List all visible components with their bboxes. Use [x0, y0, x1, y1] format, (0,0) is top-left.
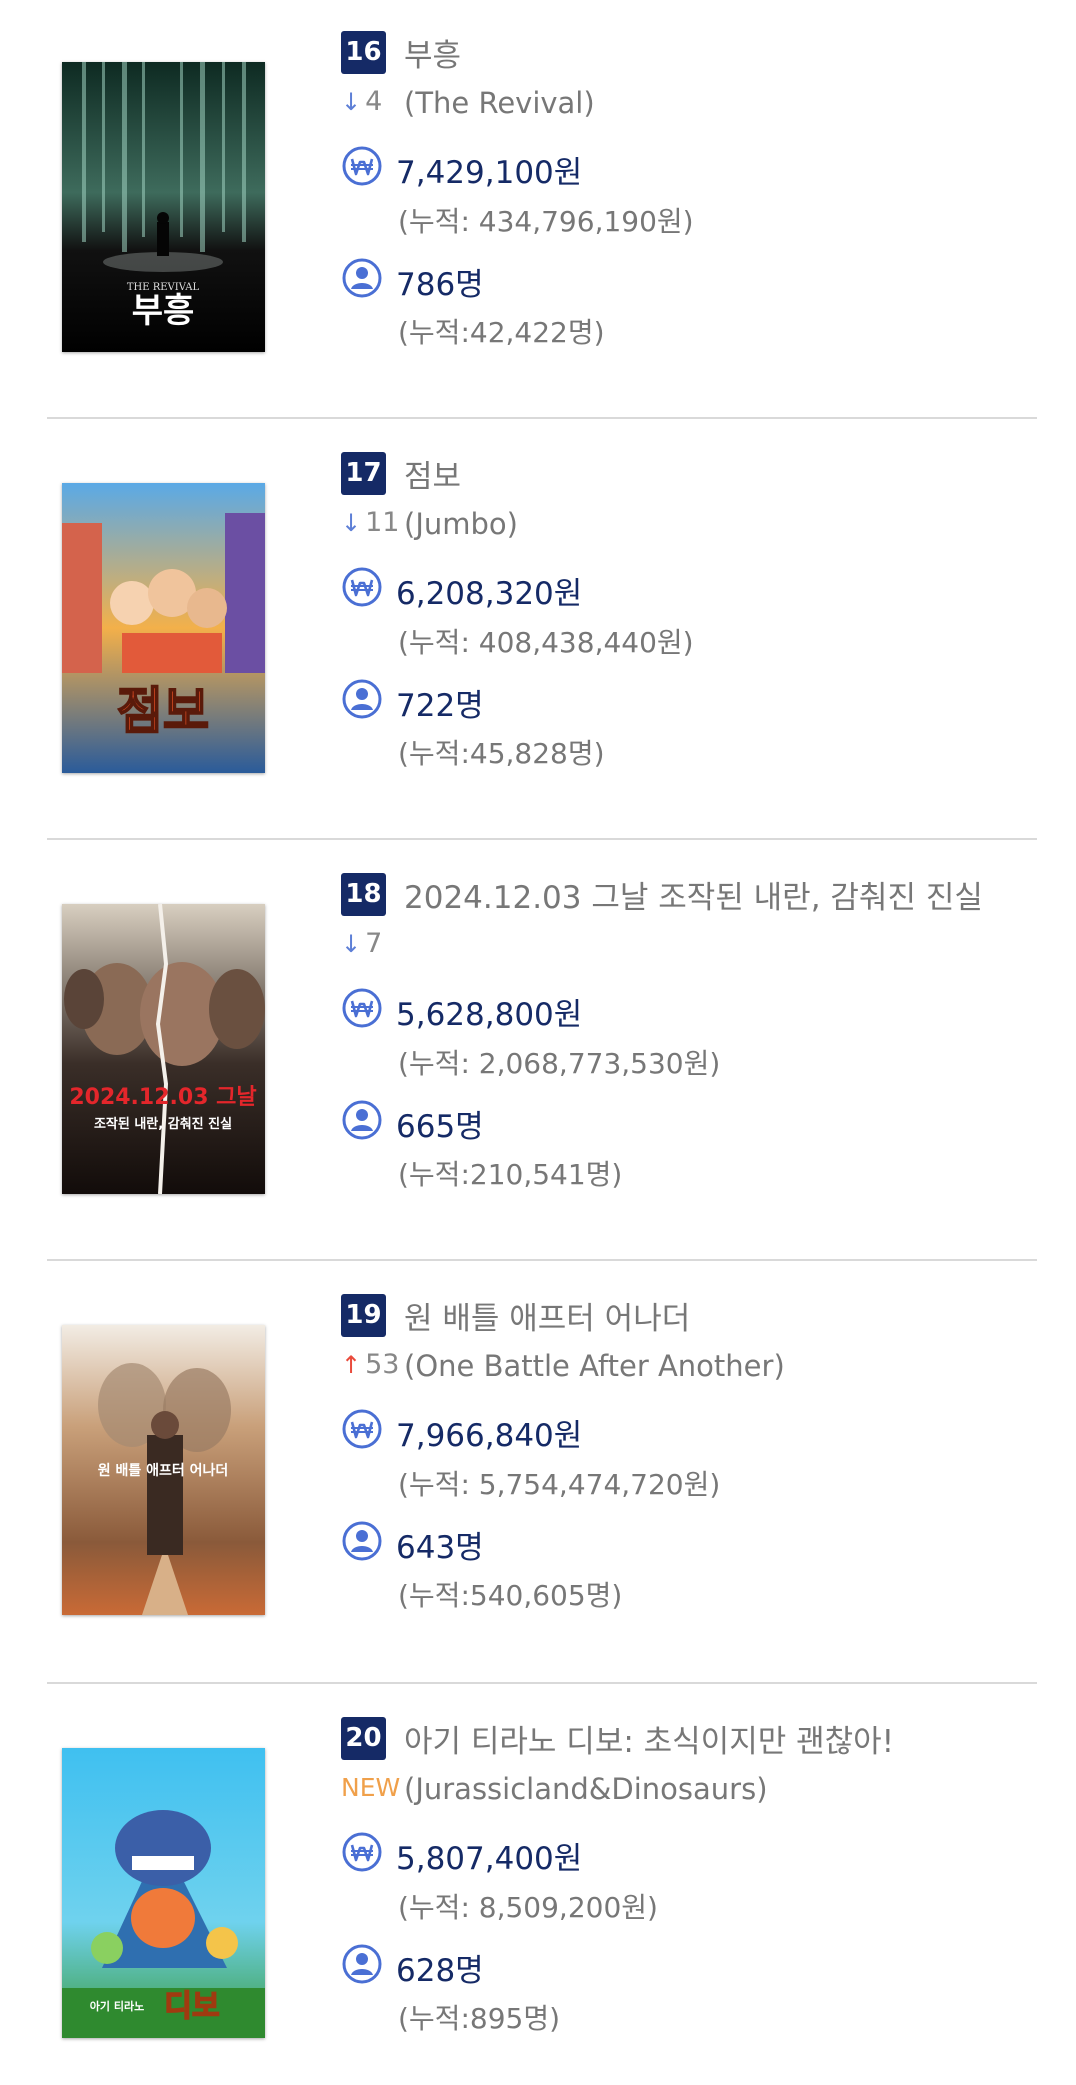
- accumulated-sales: (누적: 2,068,773,530원): [398, 1047, 721, 1080]
- divider: [47, 838, 1037, 840]
- daily-sales: 5,807,400원: [396, 1841, 583, 1877]
- svg-text:부흥: 부흥: [132, 291, 195, 331]
- rank-badge: 18: [341, 873, 386, 916]
- accumulated-sales: (누적: 434,796,190원): [398, 205, 694, 238]
- person-icon: [342, 1100, 382, 1140]
- accumulated-audience: (누적:540,605명): [398, 1579, 623, 1612]
- person-icon: [342, 258, 382, 298]
- movie-title[interactable]: 아기 티라노 디보: 초식이지만 괜찮아!: [404, 1716, 894, 1761]
- person-icon: [342, 679, 382, 719]
- won-currency-icon: [342, 567, 382, 607]
- arrow-up-icon: ↑: [341, 1351, 362, 1379]
- daily-audience: 643명: [396, 1530, 484, 1566]
- english-title: (One Battle After Another): [404, 1349, 785, 1383]
- rank-change: ↓ 7: [341, 928, 382, 959]
- movie-title[interactable]: 부흥: [404, 30, 461, 75]
- movie-title[interactable]: 원 배틀 애프터 어나더: [404, 1293, 690, 1338]
- rank-badge: 19: [341, 1294, 386, 1337]
- arrow-down-icon: ↓: [341, 930, 362, 958]
- rank-change-value: 53: [365, 1349, 400, 1380]
- person-icon: [342, 1944, 382, 1984]
- accumulated-sales: (누적: 408,438,440원): [398, 626, 694, 659]
- svg-text:디보: 디보: [164, 1989, 219, 2024]
- movie-poster[interactable]: 원 배틀 애프터 어나더: [62, 1325, 265, 1615]
- rank-badge: 16: [341, 31, 386, 74]
- daily-sales: 5,628,800원: [396, 997, 583, 1033]
- daily-sales: 7,966,840원: [396, 1418, 583, 1454]
- won-currency-icon: [342, 1832, 382, 1872]
- english-title: (Jurassicland&Dinosaurs): [404, 1772, 768, 1806]
- svg-text:아기 티라노: 아기 티라노: [90, 1999, 144, 2013]
- rank-change: ↓ 11: [341, 507, 399, 538]
- svg-text:조작된 내란, 감춰진 진실: 조작된 내란, 감춰진 진실: [94, 1116, 232, 1132]
- rank-badge: 20: [341, 1717, 386, 1760]
- arrow-down-icon: ↓: [341, 88, 362, 116]
- daily-audience: 665명: [396, 1109, 484, 1145]
- new-badge: NEW: [341, 1773, 401, 1802]
- rank-change: ↑ 53: [341, 1349, 399, 1380]
- won-currency-icon: [342, 1409, 382, 1449]
- movie-poster[interactable]: 디보 아기 티라노: [62, 1748, 265, 2038]
- rank-change: ↓ 4: [341, 86, 382, 117]
- accumulated-audience: (누적:45,828명): [398, 737, 605, 770]
- daily-audience: 722명: [396, 688, 484, 724]
- svg-text:2024.12.03 그날: 2024.12.03 그날: [69, 1085, 256, 1110]
- won-currency-icon: [342, 146, 382, 186]
- accumulated-audience: (누적:210,541명): [398, 1158, 623, 1191]
- rank-change-value: 7: [365, 928, 383, 959]
- english-title: (The Revival): [404, 86, 595, 120]
- daily-audience: 628명: [396, 1953, 484, 1989]
- rank-badge: 17: [341, 452, 386, 495]
- rank-change-value: 4: [365, 86, 383, 117]
- accumulated-sales: (누적: 5,754,474,720원): [398, 1468, 721, 1501]
- accumulated-audience: (누적:42,422명): [398, 316, 605, 349]
- daily-audience: 786명: [396, 267, 484, 303]
- movie-poster[interactable]: 점보: [62, 483, 265, 773]
- movie-poster[interactable]: 2024.12.03 그날 조작된 내란, 감춰진 진실: [62, 904, 265, 1194]
- accumulated-audience: (누적:895명): [398, 2002, 561, 2035]
- svg-text:원 배틀 애프터 어나더: 원 배틀 애프터 어나더: [98, 1462, 229, 1479]
- daily-sales: 6,208,320원: [396, 576, 583, 612]
- person-icon: [342, 1521, 382, 1561]
- movie-title[interactable]: 점보: [404, 451, 461, 496]
- daily-sales: 7,429,100원: [396, 155, 583, 191]
- rank-change: NEW: [341, 1772, 400, 1803]
- won-currency-icon: [342, 988, 382, 1028]
- divider: [47, 1682, 1037, 1684]
- svg-text:점보: 점보: [117, 682, 209, 740]
- divider: [47, 1259, 1037, 1261]
- rank-change-value: 11: [365, 507, 400, 538]
- english-title: (Jumbo): [404, 507, 518, 541]
- divider: [47, 417, 1037, 419]
- movie-title[interactable]: 2024.12.03 그날 조작된 내란, 감춰진 진실: [404, 872, 983, 917]
- accumulated-sales: (누적: 8,509,200원): [398, 1891, 658, 1924]
- arrow-down-icon: ↓: [341, 509, 362, 537]
- movie-poster[interactable]: THE REVIVAL 부흥: [62, 62, 265, 352]
